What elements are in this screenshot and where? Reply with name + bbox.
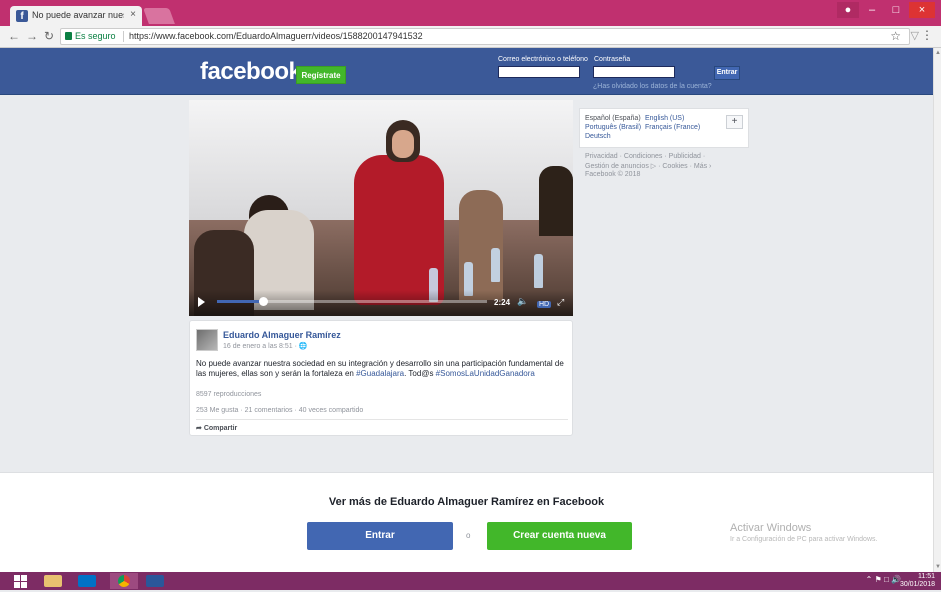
post-date-text: 16 de enero a las 8:51 · <box>223 343 299 350</box>
scroll-up-icon[interactable]: ▲ <box>935 50 941 56</box>
start-logo-square <box>21 582 27 588</box>
footer-links[interactable]: Gestión de anuncios ▷ · Cookies · Más › <box>585 162 711 170</box>
start-logo-square <box>14 582 20 588</box>
minimize-icon[interactable]: – <box>861 2 883 18</box>
chrome-taskbar-button[interactable] <box>110 573 138 589</box>
activate-windows-subtitle: Ir a Configuración de PC para activar Wi… <box>730 536 878 543</box>
tab-close-icon[interactable]: × <box>130 9 136 20</box>
see-more-heading: Ver más de Eduardo Almaguer Ramírez en F… <box>328 496 605 508</box>
browser-toolbar: ← → ↻ Es seguro https://www.facebook.com… <box>0 26 941 48</box>
share-button[interactable]: ➦ Compartir <box>196 424 237 432</box>
url-text: https://www.facebook.com/EduardoAlmaguer… <box>129 31 423 41</box>
or-separator: o <box>466 531 471 540</box>
login-button[interactable]: Entrar <box>714 66 740 80</box>
page-scrollbar[interactable]: ▲ ▼ <box>933 48 941 572</box>
star-icon[interactable]: ☆ <box>890 29 901 43</box>
video-speaker-face <box>392 130 414 158</box>
reload-icon[interactable]: ↻ <box>44 29 54 43</box>
volume-icon[interactable]: 🔈 <box>517 296 528 307</box>
new-tab-button[interactable] <box>143 8 175 24</box>
back-icon[interactable]: ← <box>8 29 20 43</box>
system-tray[interactable]: ⌃ ⚑ □ 🔊 <box>866 575 901 584</box>
address-bar[interactable]: Es seguro https://www.facebook.com/Eduar… <box>60 28 910 45</box>
language-link[interactable]: Português (Brasil) <box>585 124 641 131</box>
extension-icon[interactable]: ▽ <box>911 29 919 42</box>
word-icon[interactable] <box>146 575 164 587</box>
browser-tab[interactable]: f No puede avanzar nuest × <box>10 6 142 26</box>
share-icon: ➦ <box>196 425 204 432</box>
post-text: No puede avanzar nuestra sociedad en su … <box>196 359 570 379</box>
taskbar-clock[interactable]: 11:51 30/01/2018 <box>900 573 935 589</box>
windows-start-icon[interactable] <box>10 573 32 589</box>
chrome-icon <box>118 575 130 587</box>
email-label: Correo electrónico o teléfono <box>498 56 588 63</box>
browser-title-bar: f No puede avanzar nuest × ● – □ × <box>0 0 941 26</box>
footer-links[interactable]: Privacidad · Condiciones · Publicidad · <box>585 153 705 160</box>
video-controls: 2:24 🔈 HD ⤢ <box>189 290 573 316</box>
video-time: 2:24 <box>494 298 511 307</box>
footer-copyright: Facebook © 2018 <box>585 171 641 178</box>
windows-taskbar: ⌃ ⚑ □ 🔊 11:51 30/01/2018 <box>0 572 941 590</box>
entrar-button[interactable]: Entrar <box>307 522 453 550</box>
omnibox-divider <box>123 31 124 42</box>
signup-button[interactable]: Regístrate <box>296 66 346 84</box>
fullscreen-icon[interactable]: ⤢ <box>557 297 564 308</box>
language-link[interactable]: Español (España) <box>585 115 641 122</box>
facebook-header: facebook Regístrate <box>0 48 933 95</box>
window-controls: ● – □ × <box>837 2 935 20</box>
more-languages-button[interactable]: + <box>726 115 743 129</box>
hashtag-link[interactable]: #Guadalajara <box>356 369 404 378</box>
hd-badge[interactable]: HD <box>537 301 552 308</box>
video-scrub-handle[interactable] <box>258 297 268 306</box>
email-field[interactable] <box>498 66 580 78</box>
author-avatar[interactable] <box>196 329 218 351</box>
language-link[interactable]: Deutsch <box>585 133 611 140</box>
create-account-button[interactable]: Crear cuenta nueva <box>487 522 632 550</box>
clock-date: 30/01/2018 <box>899 581 935 588</box>
post-author[interactable]: Eduardo Almaguer Ramírez <box>223 330 341 340</box>
video-person <box>539 166 573 236</box>
video-player[interactable]: 2:24 🔈 HD ⤢ <box>189 100 573 316</box>
tab-title: No puede avanzar nuest <box>32 10 124 20</box>
scroll-down-icon[interactable]: ▼ <box>935 564 941 570</box>
lock-icon <box>65 32 72 40</box>
menu-icon[interactable]: ⋮ <box>921 28 933 42</box>
language-link[interactable]: Français (France) <box>645 124 700 131</box>
post-card: Eduardo Almaguer Ramírez 16 de enero a l… <box>189 320 573 436</box>
share-label: Compartir <box>203 425 238 432</box>
language-link[interactable]: English (US) <box>645 115 684 122</box>
hashtag-link[interactable]: #SomosLaUnidadGanadora <box>436 369 535 378</box>
close-window-icon[interactable]: × <box>909 2 935 18</box>
post-divider <box>196 419 568 420</box>
facebook-favicon-icon: f <box>16 10 28 22</box>
password-label: Contraseña <box>594 56 631 63</box>
facebook-logo[interactable]: facebook <box>200 58 302 86</box>
forgot-account-link[interactable]: ¿Has olvidado los datos de la cuenta? <box>593 83 712 90</box>
engagement-stats[interactable]: 253 Me gusta · 21 comentarios · 40 veces… <box>196 407 363 414</box>
post-date: 16 de enero a las 8:51 · 🌐 <box>223 342 308 350</box>
water-bottle <box>491 248 500 282</box>
secure-label: Es seguro <box>75 31 116 41</box>
video-progress-fill <box>217 300 263 303</box>
maximize-icon[interactable]: □ <box>885 2 907 18</box>
water-bottle <box>534 254 543 288</box>
activate-windows-title: Activar Windows <box>730 522 812 534</box>
outlook-icon[interactable] <box>78 575 96 587</box>
password-field[interactable] <box>593 66 675 78</box>
video-progress-track[interactable] <box>217 297 487 306</box>
start-logo-square <box>14 575 20 581</box>
start-logo-square <box>21 575 27 581</box>
file-explorer-icon[interactable] <box>44 575 62 587</box>
post-text-mid: . Tod@s <box>404 369 436 378</box>
clock-time: 11:51 <box>918 573 935 580</box>
globe-icon: 🌐 <box>298 343 308 350</box>
view-count: 8597 reproducciones <box>196 391 262 398</box>
play-icon[interactable] <box>198 297 205 307</box>
forward-icon[interactable]: → <box>26 29 38 43</box>
profile-icon[interactable]: ● <box>837 2 859 18</box>
